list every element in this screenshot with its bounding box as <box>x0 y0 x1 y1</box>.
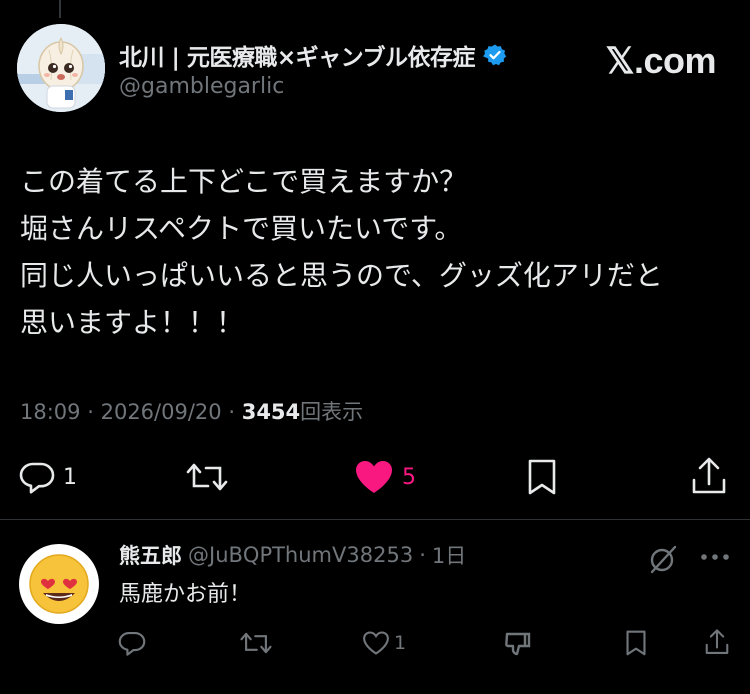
bookmark-icon <box>624 629 648 657</box>
post-metadata: 18:09 · 2026/09/20 · 3454回表示 <box>20 396 363 426</box>
share-icon <box>704 628 730 656</box>
reply-action-bar: 1 <box>0 628 750 660</box>
like-button[interactable]: 5 <box>354 459 416 495</box>
heart-icon <box>362 630 390 656</box>
share-icon <box>690 456 728 496</box>
reply-icon <box>19 460 55 494</box>
grok-icon <box>648 544 678 574</box>
reply-retweet-button[interactable] <box>240 630 272 656</box>
meta-separator: · <box>228 400 236 424</box>
reply-separator: · <box>419 543 426 567</box>
reply-share-button[interactable] <box>704 628 730 656</box>
reply-display-name[interactable]: 熊五郎 <box>119 540 182 570</box>
retweet-button[interactable] <box>186 460 236 494</box>
reply-button[interactable]: 1 <box>19 460 77 494</box>
retweet-icon <box>186 460 228 494</box>
bookmark-button[interactable] <box>525 458 559 496</box>
post-date[interactable]: 2026/09/20 <box>101 400 222 424</box>
section-divider <box>0 519 750 520</box>
more-icon <box>700 552 730 562</box>
reply-header: 熊五郎 @JuBQPThumV38253 · 1日 <box>119 540 466 570</box>
bookmark-icon <box>525 458 559 496</box>
more-options-button[interactable] <box>700 552 730 562</box>
dislike-icon <box>504 630 532 658</box>
garlic-mascot-icon <box>17 24 105 112</box>
reply-icon <box>118 630 146 656</box>
post-text: この着てる上下どこで買えますか？ 堀さんリスペクトで買いたいです。 同じ人いっぱ… <box>20 165 663 339</box>
verified-badge-icon <box>483 43 507 67</box>
grok-button[interactable] <box>648 544 678 574</box>
thread-connector-line <box>59 0 61 18</box>
heart-eyes-emoji-icon <box>29 554 89 614</box>
reply-reply-button[interactable] <box>118 630 146 656</box>
author-display-name[interactable]: 北川 | 元医療職×ギャンブル依存症 <box>119 38 476 72</box>
x-com-logo: 𝕏.com <box>605 40 716 81</box>
reply-time[interactable]: 1日 <box>432 540 466 570</box>
author-name-row: 北川 | 元医療職×ギャンブル依存症 <box>119 38 507 72</box>
author-handle[interactable]: @gamblegarlic <box>119 74 284 99</box>
author-avatar[interactable] <box>17 24 105 112</box>
reply-text: 馬鹿かお前！ <box>119 582 252 607</box>
post-action-bar: 1 5 <box>0 450 750 506</box>
views-count: 3454 <box>241 400 301 424</box>
reply-bookmark-button[interactable] <box>624 629 648 657</box>
reply-handle[interactable]: @JuBQPThumV38253 <box>188 543 413 567</box>
reply-like-button[interactable]: 1 <box>362 630 406 656</box>
post-time[interactable]: 18:09 <box>20 400 81 424</box>
retweet-icon <box>240 630 272 656</box>
like-count: 5 <box>402 464 416 490</box>
dislike-button[interactable] <box>504 630 532 658</box>
share-button[interactable] <box>690 456 728 496</box>
views-label: 回表示 <box>300 400 364 424</box>
meta-separator: · <box>87 400 94 424</box>
reply-like-count: 1 <box>394 632 407 654</box>
reply-count: 1 <box>63 464 77 490</box>
reply-author-avatar[interactable] <box>19 544 99 624</box>
heart-icon <box>354 459 394 495</box>
